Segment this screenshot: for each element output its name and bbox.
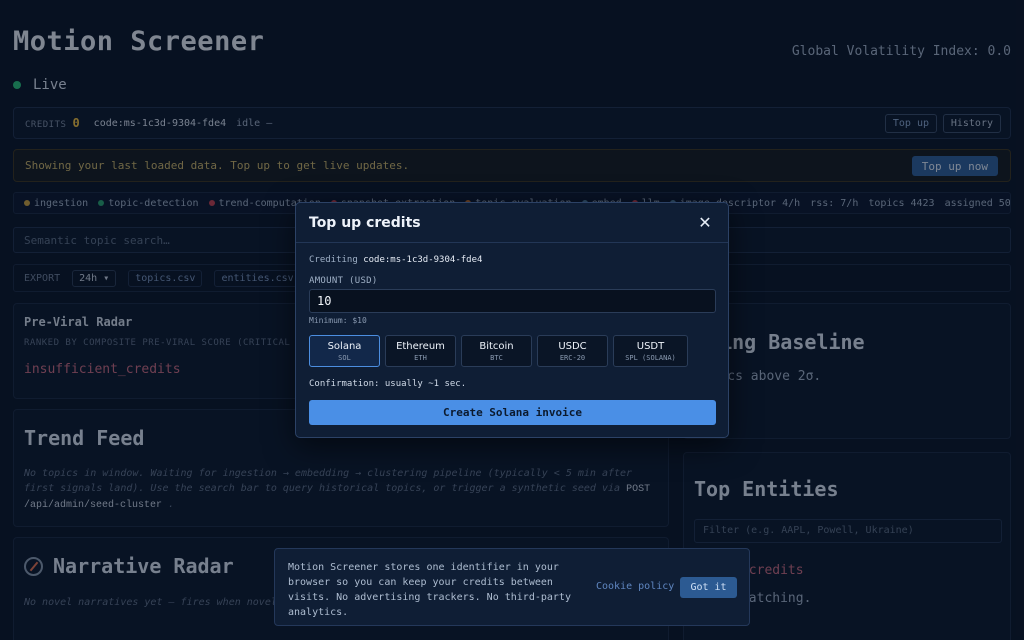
confirmation-text: Confirmation: usually ~1 sec. — [309, 379, 467, 389]
cookie-banner: Motion Screener stores one identifier in… — [274, 548, 750, 626]
currency-name: Bitcoin — [479, 340, 514, 352]
currency-option-spl-solana-[interactable]: USDT SPL (SOLANA) — [613, 335, 688, 367]
cookie-policy-link[interactable]: Cookie policy — [596, 581, 674, 592]
close-icon[interactable]: ✕ — [696, 213, 714, 232]
currency-network: SOL — [338, 353, 351, 362]
crediting-code: code:ms-1c3d-9304-fde4 — [363, 255, 483, 265]
top-up-modal: Top up credits ✕ Crediting code:ms-1c3d-… — [295, 202, 729, 438]
currency-option-eth[interactable]: Ethereum ETH — [385, 335, 456, 367]
currency-name: Solana — [327, 340, 362, 352]
amount-input[interactable] — [309, 289, 716, 313]
currency-network: SPL (SOLANA) — [625, 353, 676, 362]
currency-network: ERC-20 — [559, 353, 586, 362]
crediting-info: Crediting code:ms-1c3d-9304-fde4 — [309, 255, 483, 265]
currency-name: USDT — [636, 340, 665, 352]
cookie-text: Motion Screener stores one identifier in… — [288, 562, 571, 618]
modal-header: Top up credits — [296, 203, 728, 243]
create-invoice-button[interactable]: Create Solana invoice — [309, 400, 716, 425]
currency-network: BTC — [490, 353, 503, 362]
currency-option-sol[interactable]: Solana SOL — [309, 335, 380, 367]
modal-title: Top up credits — [309, 214, 421, 231]
currency-options: Solana SOL Ethereum ETH Bitcoin BTC USDC ERC-20… — [309, 335, 688, 367]
currency-network: ETH — [414, 353, 427, 362]
got-it-button[interactable]: Got it — [680, 577, 737, 598]
minimum-text: Minimum: $10 — [309, 316, 367, 325]
currency-option-btc[interactable]: Bitcoin BTC — [461, 335, 532, 367]
currency-name: USDC — [558, 340, 587, 352]
currency-name: Ethereum — [396, 340, 445, 352]
amount-label: AMOUNT (USD) — [309, 276, 378, 286]
currency-option-erc-20[interactable]: USDC ERC-20 — [537, 335, 608, 367]
